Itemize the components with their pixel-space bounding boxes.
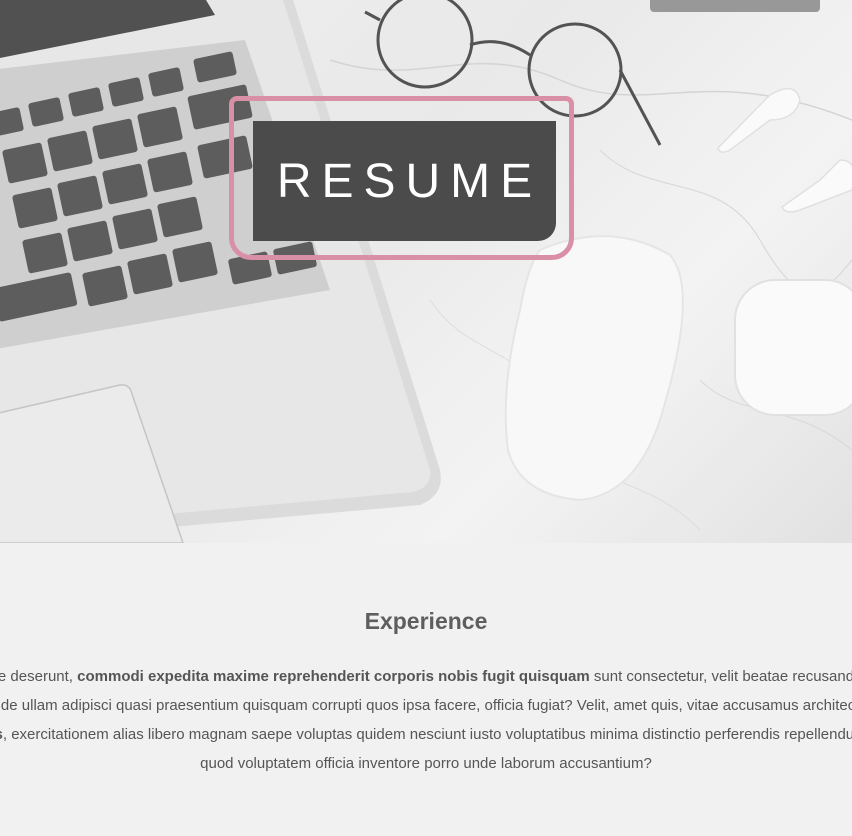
paragraph-line: unde ullam adipisci quasi praesentium qu…	[0, 697, 852, 714]
paragraph-line: quod voluptatem officia inventore porro …	[200, 755, 652, 772]
paragraph-line: is, exercitationem alias libero magnam s…	[0, 726, 852, 743]
experience-section: Experience que deserunt, commodi expedit…	[0, 543, 852, 836]
experience-paragraph: que deserunt, commodi expedita maxime re…	[0, 662, 852, 778]
desk-photo-illustration	[0, 0, 852, 543]
resume-badge: RESUME	[253, 121, 556, 241]
paragraph-line: que deserunt, commodi expedita maxime re…	[0, 668, 852, 685]
experience-heading: Experience	[364, 608, 488, 634]
resume-title: RESUME	[276, 154, 543, 208]
hero-image: RESUME	[0, 0, 852, 543]
